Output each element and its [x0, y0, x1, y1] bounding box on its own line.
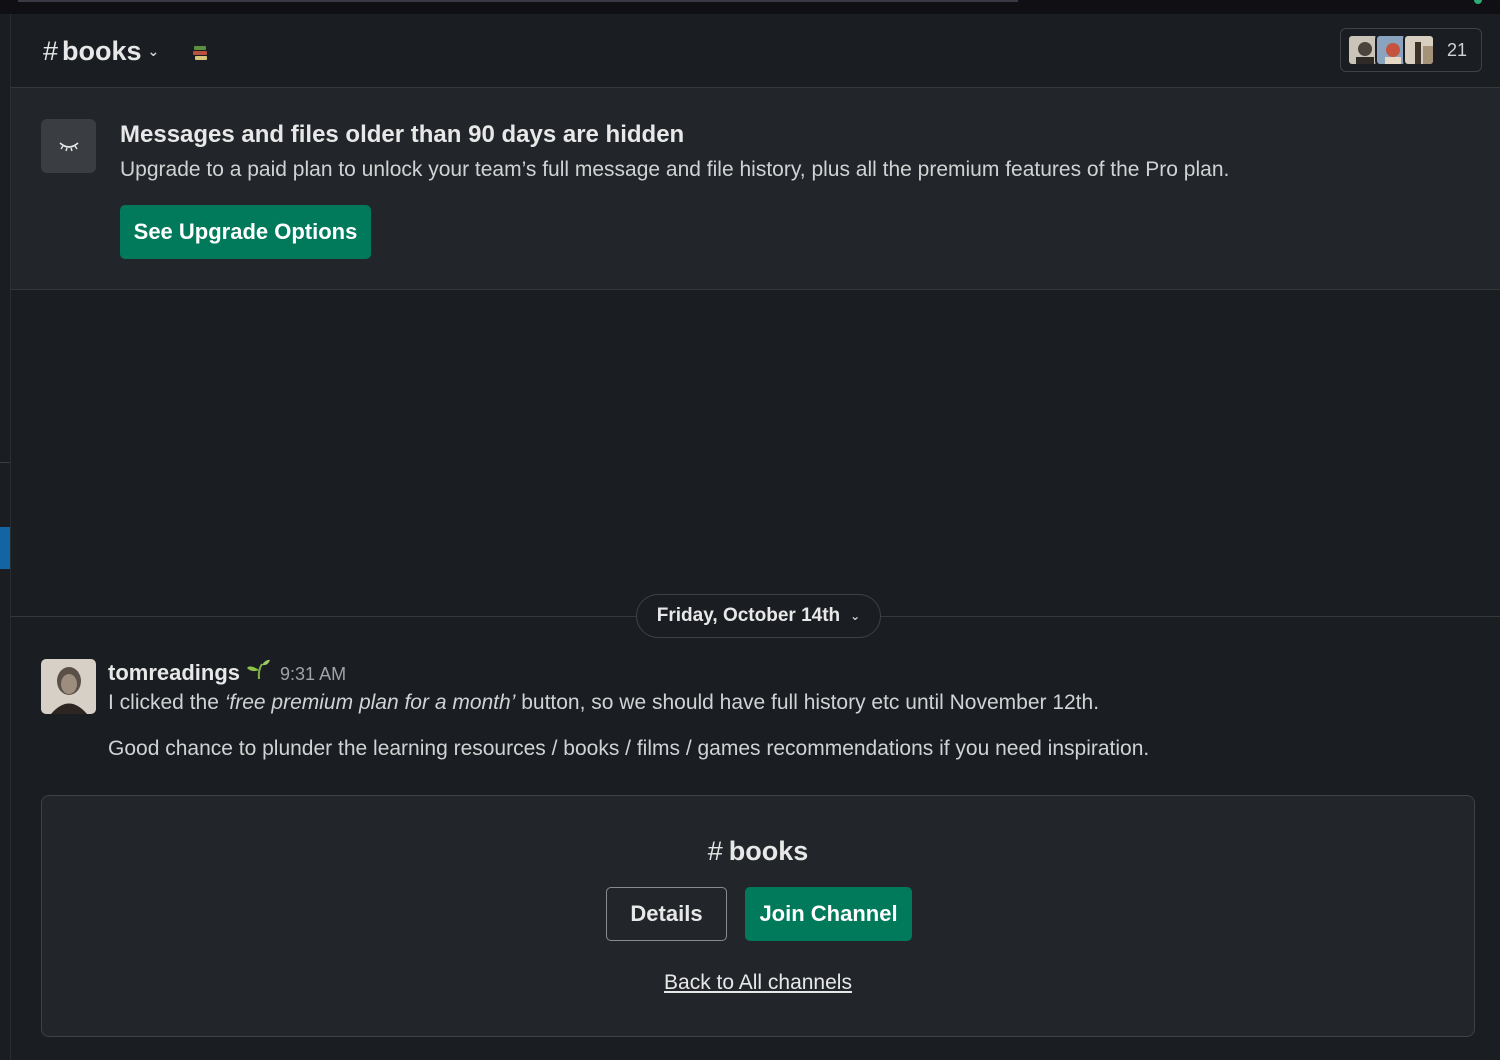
join-card-title: # books: [42, 836, 1474, 867]
avatar[interactable]: [41, 659, 96, 714]
left-rail: [0, 14, 11, 1060]
date-jump-button[interactable]: Friday, October 14th ⌄: [636, 594, 881, 638]
hash-icon: #: [707, 836, 723, 866]
message-text-part: button, so we should have full history e…: [515, 691, 1100, 714]
books-emoji-icon[interactable]: [191, 44, 211, 62]
rail-selection-marker: [0, 527, 10, 569]
hash-icon: #: [43, 36, 59, 66]
join-channel-card: # books Details Join Channel Back to All …: [41, 795, 1475, 1037]
message-header: tomreadings 9:31 AM: [108, 658, 346, 686]
chevron-down-icon: ⌄: [147, 43, 160, 59]
member-count: 21: [1447, 39, 1468, 60]
banner-title: Messages and files older than 90 days ar…: [120, 121, 685, 148]
message-text-part: I clicked the: [108, 691, 225, 714]
top-strip: [0, 0, 1500, 14]
rail-divider: [0, 462, 10, 463]
channel-name-button[interactable]: # books ⌄: [43, 36, 159, 67]
chevron-down-icon: ⌄: [850, 609, 861, 623]
message-timestamp[interactable]: 9:31 AM: [280, 664, 346, 685]
message-text: I clicked the ‘free premium plan for a m…: [108, 691, 1099, 715]
date-label: Friday, October 14th: [656, 605, 841, 626]
message-author[interactable]: tomreadings: [108, 660, 240, 686]
banner-text: Upgrade to a paid plan to unlock your te…: [120, 158, 1230, 181]
seedling-emoji-icon: [247, 659, 271, 680]
avatar: [1403, 34, 1435, 66]
join-channel-button[interactable]: Join Channel: [745, 887, 912, 941]
message-text-second: Good chance to plunder the learning reso…: [108, 737, 1150, 760]
top-progress-bar: [18, 0, 1018, 2]
details-button[interactable]: Details: [606, 887, 727, 941]
see-upgrade-options-button[interactable]: See Upgrade Options: [120, 205, 371, 259]
history-limit-banner: Messages and files older than 90 days ar…: [11, 88, 1500, 290]
back-to-all-channels-link[interactable]: Back to All channels: [42, 971, 1474, 995]
channel-name-label: books: [62, 36, 142, 66]
message-text-italic: ‘free premium plan for a month’: [224, 691, 516, 714]
status-dot-icon: [1474, 0, 1482, 4]
join-card-channel-name: books: [728, 836, 809, 866]
member-list-button[interactable]: 21: [1340, 28, 1482, 72]
channel-header: # books ⌄ 21: [11, 14, 1500, 88]
eye-closed-icon: [41, 119, 96, 173]
